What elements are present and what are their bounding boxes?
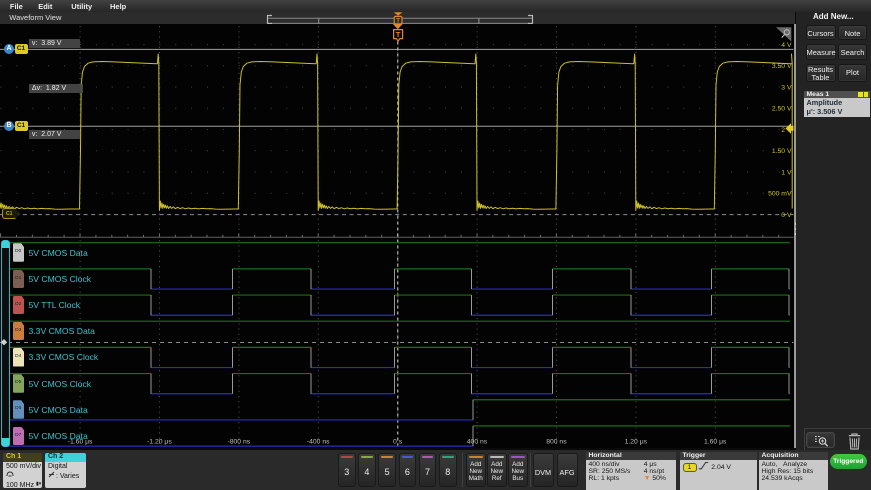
svg-text:500 mV: 500 mV <box>768 191 792 198</box>
svg-text:3.50 V: 3.50 V <box>772 63 792 70</box>
svg-text:-1.20 μs: -1.20 μs <box>147 439 172 446</box>
svg-text:3 V: 3 V <box>781 84 792 91</box>
svg-text:4 V: 4 V <box>781 42 792 49</box>
svg-text:800 ns: 800 ns <box>546 439 567 446</box>
svg-text:T: T <box>396 18 400 24</box>
svg-text:1.20 μs: 1.20 μs <box>625 439 648 446</box>
svg-text:T: T <box>396 30 401 39</box>
svg-text:0 s: 0 s <box>393 439 403 446</box>
svg-text:1 V: 1 V <box>781 169 792 176</box>
svg-text:2.50 V: 2.50 V <box>772 106 792 113</box>
svg-text:1.50 V: 1.50 V <box>772 148 792 155</box>
svg-text:1.60 μs: 1.60 μs <box>704 439 727 446</box>
svg-text:2 V: 2 V <box>781 127 792 134</box>
svg-text:-400 ns: -400 ns <box>307 439 330 446</box>
svg-text:400 ns: 400 ns <box>467 439 488 446</box>
svg-text:-800 ns: -800 ns <box>227 439 250 446</box>
svg-text:0 V: 0 V <box>781 212 792 219</box>
